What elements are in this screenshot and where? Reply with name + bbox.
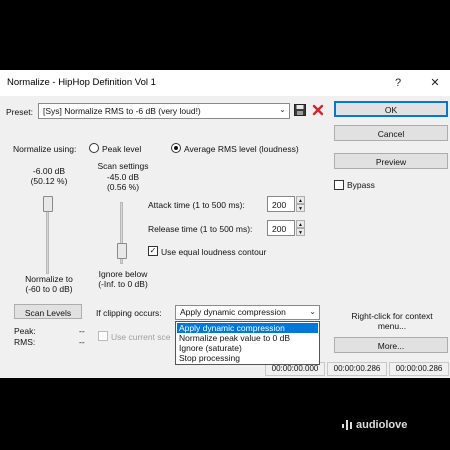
context-hint-line1: Right-click for context — [351, 311, 433, 321]
status-time-length: 00:00:00.286 — [389, 362, 449, 376]
preview-button[interactable]: Preview — [334, 153, 448, 169]
scan-levels-button[interactable]: Scan Levels — [14, 304, 82, 319]
clipping-dropdown-list: Apply dynamic compression Normalize peak… — [175, 321, 320, 365]
spin-up-icon[interactable]: ▲ — [296, 220, 305, 228]
ignore-range-caption: (-Inf. to 0 dB) — [98, 279, 148, 289]
normalize-using-label: Normalize using: — [13, 144, 77, 154]
normalize-db-readout: -6.00 dB — [32, 166, 66, 176]
preset-value: [Sys] Normalize RMS to -6 dB (very loud!… — [43, 106, 201, 116]
rms-readout-value: -- — [79, 337, 85, 347]
clipping-option[interactable]: Stop processing — [177, 353, 318, 363]
more-button[interactable]: More... — [334, 337, 448, 353]
cancel-button[interactable]: Cancel — [334, 125, 448, 141]
ignore-below-caption: Ignore below — [98, 269, 148, 279]
preview-label: Preview — [375, 157, 407, 167]
delete-preset-icon[interactable] — [312, 104, 324, 116]
more-label: More... — [377, 341, 405, 351]
scan-pct-readout: (0.56 %) — [106, 182, 140, 192]
preset-label: Preset: — [6, 107, 33, 117]
help-button[interactable]: ? — [386, 74, 410, 92]
use-current-label: Use current sce — [111, 332, 171, 342]
scan-settings-title: Scan settings — [97, 161, 149, 171]
clipping-value: Apply dynamic compression — [180, 307, 286, 317]
scan-levels-label: Scan Levels — [24, 308, 72, 318]
cancel-label: Cancel — [377, 129, 405, 139]
audiolove-watermark: audiolove — [356, 419, 408, 431]
peak-level-radio[interactable] — [89, 143, 99, 153]
attack-time-spinner[interactable]: 200 ▲ ▼ — [267, 196, 305, 212]
status-time-end: 00:00:00.286 — [327, 362, 387, 376]
context-hint-line2: menu... — [377, 321, 407, 331]
normalize-pct-readout: (50.12 %) — [30, 176, 68, 186]
normalize-slider-thumb[interactable] — [43, 196, 53, 212]
bypass-label: Bypass — [347, 180, 375, 190]
scan-db-readout: -45.0 dB — [106, 172, 140, 182]
peak-level-label: Peak level — [102, 144, 142, 154]
save-preset-icon[interactable] — [294, 104, 306, 116]
preset-select[interactable]: [Sys] Normalize RMS to -6 dB (very loud!… — [38, 103, 290, 119]
release-time-value: 200 — [272, 224, 287, 234]
title-bar: Normalize - HipHop Definition Vol 1 ? ✕ — [0, 70, 450, 96]
window-title: Normalize - HipHop Definition Vol 1 — [7, 77, 156, 88]
normalize-to-caption: Normalize to — [25, 274, 73, 284]
audiolove-logo-icon — [342, 420, 352, 430]
clipping-option[interactable]: Apply dynamic compression — [177, 323, 318, 333]
close-button[interactable]: ✕ — [423, 74, 447, 92]
equal-loudness-checkbox[interactable]: ✓ — [148, 246, 158, 256]
clipping-option[interactable]: Ignore (saturate) — [177, 343, 318, 353]
spin-up-icon[interactable]: ▲ — [296, 196, 305, 204]
clipping-label: If clipping occurs: — [96, 308, 162, 318]
rms-level-label: Average RMS level (loudness) — [184, 144, 299, 154]
chevron-down-icon: ⌄ — [279, 105, 286, 114]
clipping-option[interactable]: Normalize peak value to 0 dB — [177, 333, 318, 343]
attack-time-label: Attack time (1 to 500 ms): — [148, 200, 245, 210]
ok-label: OK — [384, 105, 398, 115]
rms-level-radio[interactable] — [171, 143, 181, 153]
release-time-label: Release time (1 to 500 ms): — [148, 224, 253, 234]
ok-button[interactable]: OK — [334, 101, 448, 117]
attack-time-value: 200 — [272, 200, 287, 210]
equal-loudness-label: Use equal loudness contour — [161, 247, 267, 257]
spin-down-icon[interactable]: ▼ — [296, 204, 305, 212]
peak-readout-label: Peak: — [14, 326, 36, 336]
clipping-select[interactable]: Apply dynamic compression ⌄ — [175, 305, 320, 320]
normalize-range-caption: (-60 to 0 dB) — [25, 284, 73, 294]
scan-slider-thumb[interactable] — [117, 243, 127, 259]
peak-readout-value: -- — [79, 326, 85, 336]
release-time-spinner[interactable]: 200 ▲ ▼ — [267, 220, 305, 236]
spin-down-icon[interactable]: ▼ — [296, 228, 305, 236]
use-current-checkbox[interactable] — [98, 331, 108, 341]
bypass-checkbox[interactable] — [334, 180, 344, 190]
chevron-down-icon: ⌄ — [309, 307, 316, 316]
rms-readout-label: RMS: — [14, 337, 36, 347]
